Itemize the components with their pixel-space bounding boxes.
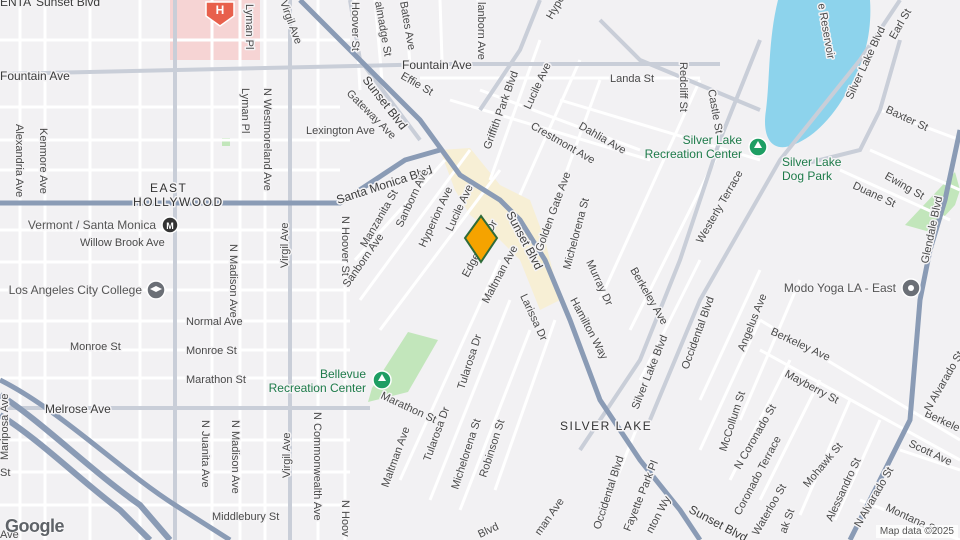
label-fountain-left: Fountain Ave bbox=[0, 69, 70, 83]
label-marathon-1: Marathon St bbox=[186, 374, 246, 386]
map-svg[interactable]: EAST HOLLYWOOD SILVER LAKE Fountain Ave … bbox=[0, 0, 960, 540]
label-lucile-top: Lucile Ave bbox=[522, 61, 554, 111]
label-blvd-bottom: Blvd bbox=[476, 521, 500, 540]
label-lexington: Lexington Ave bbox=[306, 125, 375, 137]
poi-dog-park-line1: Silver Lake bbox=[782, 155, 842, 169]
label-michelorena-top: Michelorena St bbox=[561, 197, 592, 271]
poi-bellevue-line2: Recreation Center bbox=[269, 381, 366, 395]
label-alexandria: Alexandria Ave bbox=[13, 124, 25, 197]
poi-modo-label: Modo Yoga LA - East bbox=[784, 281, 897, 295]
label-hype: Hype bbox=[544, 0, 567, 21]
label-sunset-top: Sunset Blvd bbox=[36, 0, 100, 9]
poi-bellevue-line1: Bellevue bbox=[320, 367, 366, 381]
label-normal: Normal Ave bbox=[186, 316, 243, 328]
map-attribution[interactable]: Map data ©2025 bbox=[875, 525, 958, 538]
poi-dog-park-line2: Dog Park bbox=[782, 169, 833, 183]
poi-silver-lake-dog-park[interactable]: Silver Lake Dog Park bbox=[781, 154, 844, 185]
label-marathon-2: Marathon St bbox=[379, 390, 438, 426]
label-n-madison-2: N Madison Ave bbox=[229, 420, 241, 494]
poi-la-city-college[interactable]: Los Angeles City College bbox=[7, 280, 166, 300]
label-westmoreland: N Westmoreland Ave bbox=[261, 88, 273, 191]
district-east-hollywood-2: HOLLYWOOD bbox=[133, 195, 224, 209]
label-mayberry: Mayberry St bbox=[783, 368, 841, 406]
label-golden-gate: Golden Gate Ave bbox=[534, 170, 574, 253]
label-monroe-1: Monroe St bbox=[70, 341, 121, 353]
label-effie: Effie St bbox=[399, 70, 436, 98]
hospital-icon: H bbox=[216, 3, 225, 17]
label-n-hoover-2: N Hoov bbox=[339, 500, 351, 537]
label-n-alvarado-1: N Alvarado St bbox=[852, 465, 896, 529]
poi-silver-lake-rec-line1: Silver Lake bbox=[683, 133, 743, 147]
label-michelorena-2: Michelorena St bbox=[449, 417, 483, 490]
label-lyman-2: Lyman Pl bbox=[239, 88, 251, 133]
label-melrose: Melrose Ave bbox=[45, 402, 111, 416]
google-logo: Google bbox=[5, 516, 65, 536]
label-baxter: Baxter St bbox=[884, 104, 930, 134]
label-hoover-top: Hoover St bbox=[349, 2, 361, 51]
label-talmadge: almadge St bbox=[372, 0, 393, 57]
poi-modo-yoga[interactable]: Modo Yoga LA - East bbox=[782, 278, 921, 298]
label-middlebury: Middlebury St bbox=[212, 511, 279, 523]
label-virgil-2: Virgil Ave bbox=[279, 223, 291, 268]
label-wy: nton Wy bbox=[644, 494, 674, 536]
svg-text:M: M bbox=[166, 221, 174, 231]
label-n-alvarado-2: N Alvarado St bbox=[922, 349, 960, 413]
label-fountain-mid: Fountain Ave bbox=[402, 58, 472, 72]
label-murray: Murray Dr bbox=[583, 258, 615, 308]
label-kenmore: Kenmore Ave bbox=[37, 128, 49, 194]
label-silver-lake-blvd-2: Silver Lake Blvd bbox=[630, 333, 671, 411]
label-tularosa-2: Tularosa Dr bbox=[455, 333, 484, 391]
label-n-madison: N Madison Ave bbox=[227, 244, 239, 318]
label-n-hoover-1: N Hoover St bbox=[339, 216, 351, 276]
label-occidental-2: Occidental Blvd bbox=[591, 455, 626, 531]
label-redcliff: Redcliff St bbox=[677, 62, 689, 112]
poi-silver-lake-rec-line2: Recreation Center bbox=[645, 147, 742, 161]
label-sanborn-top: lanborn Ave bbox=[475, 2, 487, 60]
label-virgil-3: Virgil Ave bbox=[281, 433, 293, 478]
label-enta: ENTA bbox=[0, 0, 31, 9]
label-maltman-2: Maltman Ave bbox=[380, 425, 413, 489]
label-willow-brook: Willow Brook Ave bbox=[80, 237, 165, 249]
street-labels-horizontal: Fountain Ave Fountain Ave Landa St Lexin… bbox=[0, 0, 656, 540]
label-n-juanita: N Juanita Ave bbox=[199, 420, 211, 488]
poi-vermont-station[interactable]: M Vermont / Santa Monica bbox=[26, 216, 179, 234]
label-monroe-2: Monroe St bbox=[186, 345, 237, 357]
label-st-left: St bbox=[0, 467, 10, 479]
map-canvas[interactable]: EAST HOLLYWOOD SILVER LAKE Fountain Ave … bbox=[0, 0, 960, 540]
district-east-hollywood-1: EAST bbox=[150, 181, 187, 195]
label-berkeley-2: Berkeley Ave bbox=[769, 326, 832, 364]
poi-lacc-label: Los Angeles City College bbox=[9, 283, 143, 297]
district-silver-lake: SILVER LAKE bbox=[560, 419, 652, 433]
label-landa: Landa St bbox=[610, 73, 654, 85]
label-man-ave: man Ave bbox=[533, 496, 567, 538]
label-n-commonwealth: N Commonwealth Ave bbox=[311, 412, 323, 521]
label-bates: Bates Ave bbox=[397, 0, 417, 51]
label-mohawk: Mohawk St bbox=[801, 441, 845, 490]
label-mariposa: Mariposa Ave bbox=[0, 394, 11, 460]
label-lyman-top: Lyman Pl bbox=[243, 4, 255, 49]
label-ak-st: ak St bbox=[778, 507, 798, 535]
poi-vermont-label: Vermont / Santa Monica bbox=[28, 218, 156, 232]
